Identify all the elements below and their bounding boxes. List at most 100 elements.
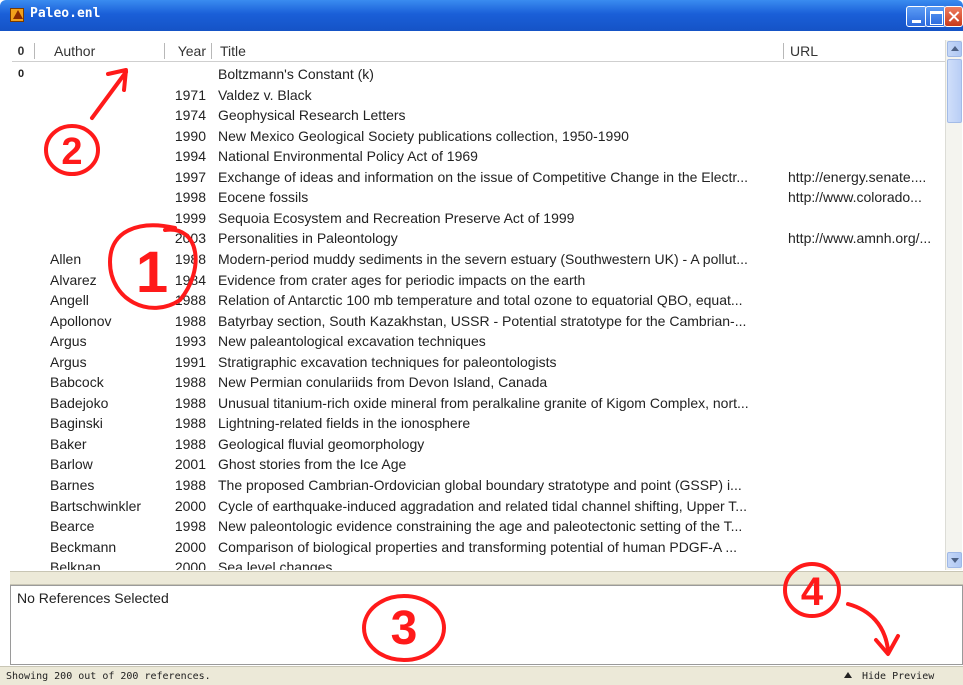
scroll-up-arrow-icon[interactable]: [947, 41, 962, 57]
scroll-thumb[interactable]: [947, 59, 962, 123]
reference-author: Argus: [50, 333, 87, 350]
column-header-url[interactable]: URL: [790, 42, 818, 60]
endnote-app-icon[interactable]: [10, 8, 24, 22]
maximize-button[interactable]: [925, 6, 946, 27]
reference-title: Stratigraphic excavation techniques for …: [218, 353, 557, 370]
column-header-author[interactable]: Author: [54, 42, 95, 60]
reference-title: Evidence from crater ages for periodic i…: [218, 271, 586, 288]
preview-splitter[interactable]: [10, 571, 963, 585]
reference-title: Batyrbay section, South Kazakhstan, USSR…: [218, 312, 747, 329]
reference-row[interactable]: 1971 Valdez v. Black: [12, 85, 945, 106]
reference-row[interactable]: Baginski 1988 Lightning-related fields in …: [12, 413, 945, 434]
close-button[interactable]: [944, 6, 963, 27]
reference-row[interactable]: 1994 National Environmental Policy Act of…: [12, 146, 945, 167]
reference-row[interactable]: Argus 1991 Stratigraphic excavation techni…: [12, 352, 945, 373]
reference-year: 1974: [174, 107, 206, 124]
reference-author: Barnes: [50, 477, 95, 493]
reference-row[interactable]: Babcock 1988 New Permian conulariids from …: [12, 372, 945, 393]
window-title: Paleo.enl: [30, 6, 101, 21]
preview-pane: No References Selected: [10, 585, 963, 665]
reference-author: Apollonov: [50, 312, 112, 329]
reference-row[interactable]: 2003 Personalities in Paleontology http://…: [12, 228, 945, 249]
reference-year: 1993: [174, 333, 206, 350]
reference-title: Lightning-related fields in the ionosphe…: [218, 415, 471, 432]
reference-row[interactable]: 1998 Eocene fossils http://www.colorado...: [12, 187, 945, 208]
reference-row[interactable]: Baker 1988 Geological fluvial geomorpholog…: [12, 434, 945, 455]
reference-year: 1988: [174, 312, 206, 329]
hide-preview-label: Hide Preview: [862, 671, 935, 682]
reference-title: Exchange of ideas and information on the…: [218, 168, 748, 185]
reference-year: 1988: [174, 374, 206, 391]
reference-author: Baker: [50, 435, 87, 452]
reference-row[interactable]: Allen 1988 Modern-period muddy sediments i…: [12, 249, 945, 270]
reference-row[interactable]: 1999 Sequoia Ecosystem and Recreation Pre…: [12, 208, 945, 229]
reference-row[interactable]: 1997 Exchange of ideas and information on…: [12, 167, 945, 188]
column-header-title[interactable]: Title: [220, 42, 246, 60]
reference-title: Sequoia Ecosystem and Recreation Preserv…: [218, 209, 575, 226]
reference-year: 2001: [174, 456, 206, 473]
reference-row[interactable]: Argus 1993 New paleantological excavation …: [12, 331, 945, 352]
reference-year: 1988: [174, 250, 206, 267]
reference-year: 1988: [174, 292, 206, 309]
reference-author: Bearce: [50, 518, 95, 535]
reference-row[interactable]: 1990 New Mexico Geological Society public…: [12, 126, 945, 147]
reference-author: Allen: [50, 250, 82, 267]
reference-url: http://www.colorado...: [788, 189, 922, 206]
column-divider[interactable]: [34, 43, 35, 59]
reference-title: New Mexico Geological Society publicatio…: [218, 127, 629, 144]
reference-year: 1990: [174, 127, 206, 144]
title-bar: Paleo.enl: [0, 0, 963, 31]
column-header-attachment[interactable]: 0: [14, 42, 28, 60]
reference-year: 1994: [174, 148, 206, 165]
reference-row[interactable]: Angell 1988 Relation of Antarctic 100 mb t…: [12, 290, 945, 311]
reference-year: 2003: [174, 230, 206, 247]
hide-preview-arrow-icon: [844, 672, 852, 678]
status-text: Showing 200 out of 200 references.: [6, 671, 211, 682]
reference-row[interactable]: Bartschwinkler 2000 Cycle of earthquake-in…: [12, 496, 945, 517]
scroll-down-arrow-icon[interactable]: [947, 552, 962, 568]
reference-year: 2000: [174, 559, 206, 570]
reference-row[interactable]: Badejoko 1988 Unusual titanium-rich oxide …: [12, 393, 945, 414]
reference-author: Argus: [50, 353, 87, 370]
reference-author: Baginski: [50, 415, 103, 432]
column-divider[interactable]: [783, 43, 784, 59]
reference-year: 2000: [174, 497, 206, 514]
minimize-button[interactable]: [906, 6, 927, 27]
reference-list[interactable]: 0 Boltzmann's Constant (k) 1971 Valdez v. B…: [12, 62, 945, 570]
reference-author: Barlow: [50, 456, 93, 473]
reference-author: Alvarez: [50, 271, 97, 288]
reference-title: Ghost stories from the Ice Age: [218, 456, 407, 473]
column-header-year[interactable]: Year: [171, 42, 206, 60]
column-divider[interactable]: [211, 43, 212, 59]
reference-year: 1984: [174, 271, 206, 288]
reference-row[interactable]: 1974 Geophysical Research Letters: [12, 105, 945, 126]
reference-row[interactable]: Alvarez 1984 Evidence from crater ages for…: [12, 270, 945, 291]
reference-year: 1988: [174, 477, 206, 493]
reference-year: 1997: [174, 168, 206, 185]
reference-title: Valdez v. Black: [218, 86, 312, 103]
reference-title: Eocene fossils: [218, 189, 309, 206]
reference-row[interactable]: Barlow 2001 Ghost stories from the Ice Age: [12, 454, 945, 475]
reference-year: 1998: [174, 518, 206, 535]
reference-year: 1998: [174, 189, 206, 206]
reference-title: New paleontologic evidence constraining …: [218, 518, 743, 535]
reference-author: Bartschwinkler: [50, 497, 142, 514]
reference-year: 1988: [174, 415, 206, 432]
reference-attachment-icon: 0: [17, 68, 25, 80]
reference-row[interactable]: Belknap 2000 Sea level changes: [12, 557, 945, 570]
reference-url: http://energy.senate....: [788, 168, 927, 185]
reference-title: Geophysical Research Letters: [218, 107, 406, 124]
reference-author: Badejoko: [50, 394, 109, 411]
reference-title: Modern-period muddy sediments in the sev…: [218, 250, 748, 267]
reference-row[interactable]: Bearce 1998 New paleontologic evidence con…: [12, 516, 945, 537]
reference-row[interactable]: Beckmann 2000 Comparison of biological pro…: [12, 537, 945, 558]
column-divider[interactable]: [164, 43, 165, 59]
reference-row[interactable]: Barnes 1988 The proposed Cambrian-Ordovici…: [12, 475, 945, 496]
vertical-scrollbar[interactable]: [945, 40, 962, 570]
reference-author: Angell: [50, 292, 89, 309]
reference-row[interactable]: Apollonov 1988 Batyrbay section, South Kaz…: [12, 311, 945, 332]
reference-title: Geological fluvial geomorphology: [218, 435, 425, 452]
reference-url: http://www.amnh.org/...: [788, 230, 932, 247]
reference-row[interactable]: 0 Boltzmann's Constant (k): [12, 64, 945, 85]
reference-title: National Environmental Policy Act of 196…: [218, 148, 478, 165]
